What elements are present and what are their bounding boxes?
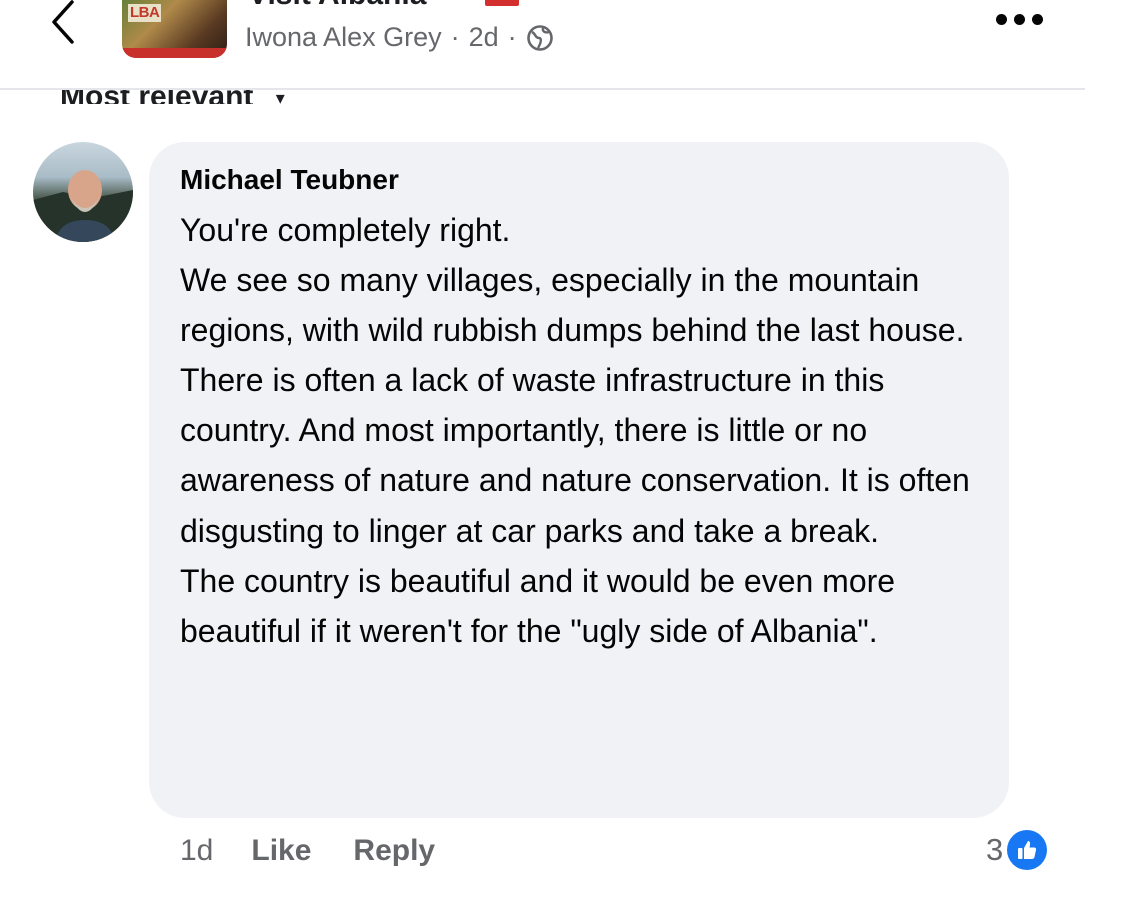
more-icon: [996, 14, 1007, 25]
like-button[interactable]: Like: [251, 834, 311, 868]
post-time[interactable]: 2d: [469, 22, 499, 53]
comment-paragraph: You're completely right.: [180, 212, 511, 248]
post-author[interactable]: Iwona Alex Grey: [245, 22, 442, 53]
reaction-count: 3: [986, 832, 1004, 867]
post-meta: Iwona Alex Grey · 2d ·: [245, 22, 554, 53]
like-icon: [1007, 830, 1048, 870]
more-options-button[interactable]: [996, 14, 1046, 28]
more-dot: [1014, 14, 1025, 25]
globe-icon: [526, 24, 553, 51]
reply-button[interactable]: Reply: [353, 834, 435, 868]
chevron-down-icon: ▾: [275, 87, 285, 104]
header-divider: [0, 88, 1085, 90]
commenter-avatar[interactable]: [33, 142, 133, 242]
comment-author[interactable]: Michael Teubner: [180, 164, 399, 196]
reaction-summary[interactable]: 3: [986, 830, 1048, 870]
chevron-left-icon: [52, 0, 74, 44]
comment-paragraph: We see so many villages, especially in t…: [180, 262, 970, 549]
comment-text: You're completely right. We see so many …: [180, 205, 990, 656]
sort-dropdown[interactable]: Most relevant ▾: [60, 70, 360, 104]
avatar-portrait: [33, 170, 133, 242]
page-avatar[interactable]: LBA: [122, 0, 227, 58]
comment-time[interactable]: 1d: [180, 834, 213, 868]
flag-icon: [485, 0, 519, 6]
more-dot: [1032, 14, 1043, 25]
thumbs-up-glyph: [1018, 841, 1037, 859]
avatar-red-bar: [122, 48, 227, 58]
back-button[interactable]: [40, 0, 90, 50]
comment-paragraph: The country is beautiful and it would be…: [180, 562, 896, 649]
meta-separator-2: ·: [507, 22, 517, 52]
page-avatar-text: LBA: [128, 4, 162, 22]
comment-actions: 1d Like Reply: [180, 834, 435, 868]
page-name[interactable]: Visit Albania: [248, 0, 426, 12]
header-overlap: [60, 70, 360, 90]
meta-separator: ·: [450, 22, 460, 52]
